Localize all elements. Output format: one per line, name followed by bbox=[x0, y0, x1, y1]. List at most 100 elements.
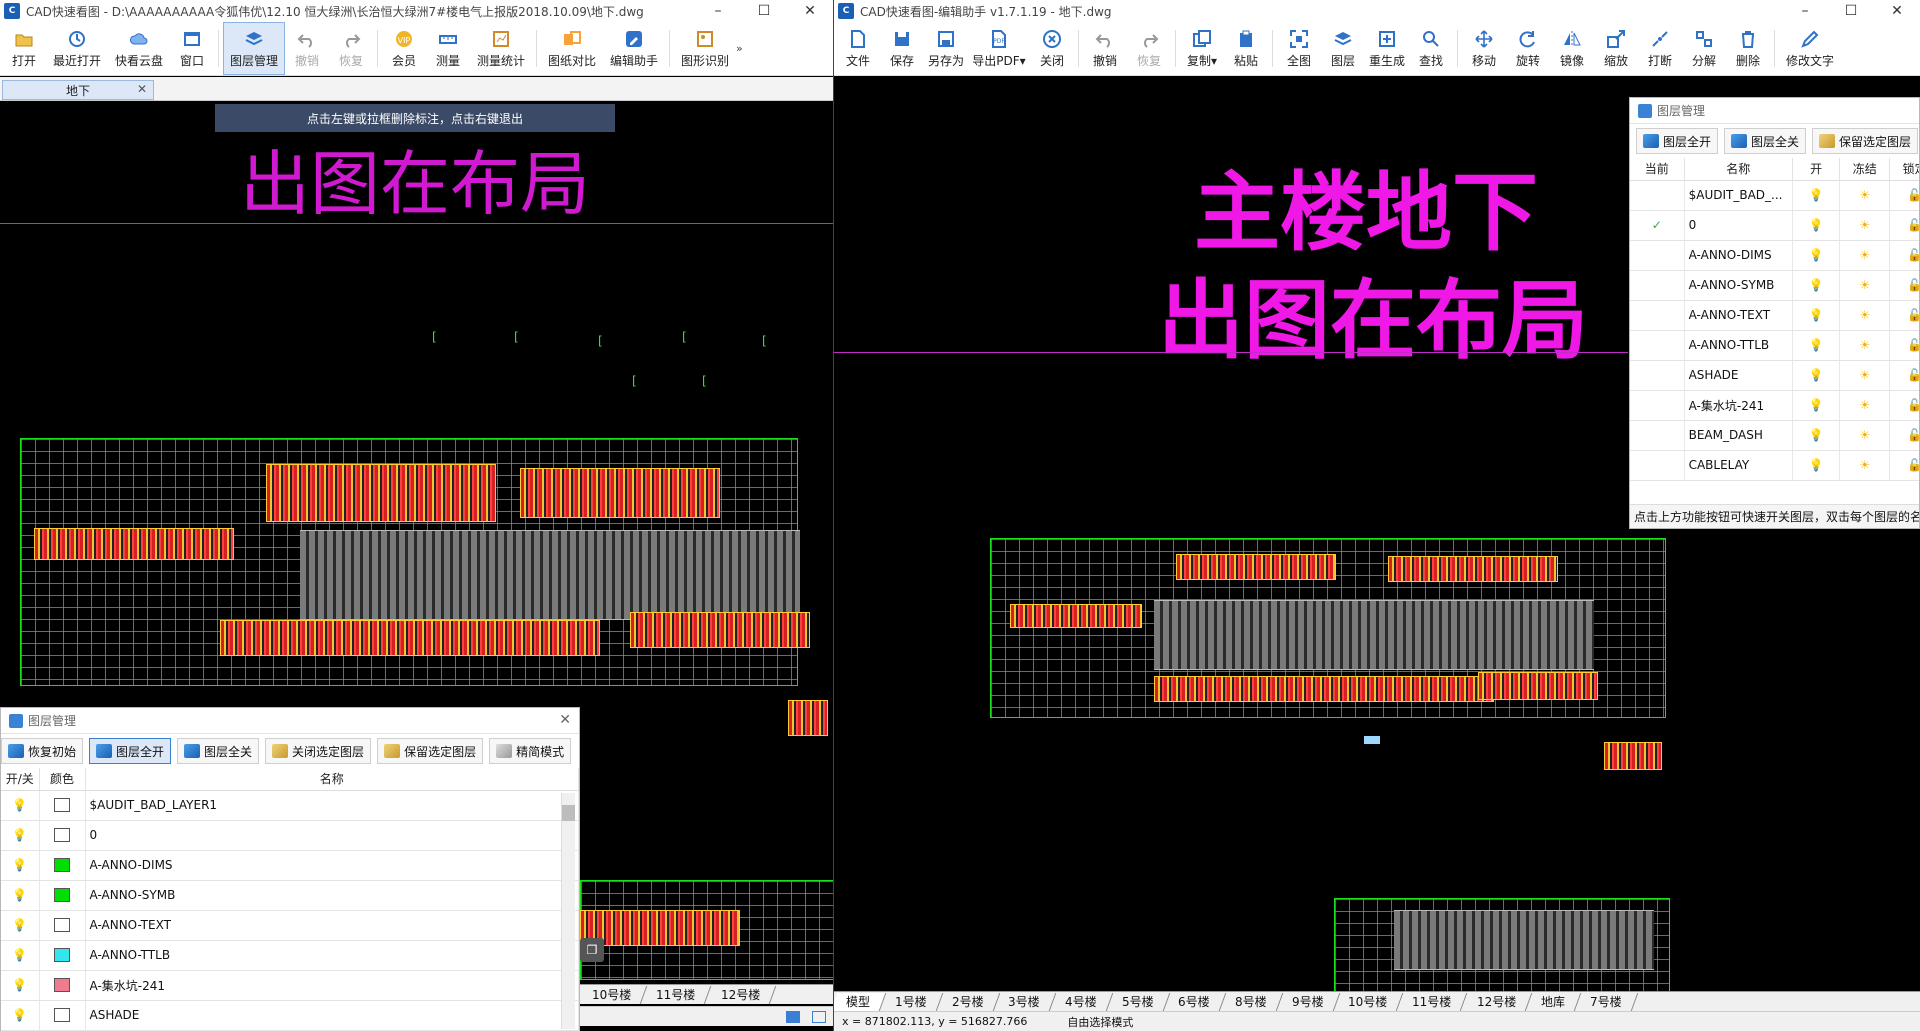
layer-freeze-sun-icon[interactable]: ☀ bbox=[1839, 360, 1891, 391]
minimize-button[interactable]: – bbox=[695, 3, 741, 19]
sheet-tab[interactable]: 4号楼 bbox=[1049, 992, 1113, 1011]
toolbar-button-rotate[interactable]: 旋转 bbox=[1506, 22, 1550, 75]
toolbar-button-explode[interactable]: 分解 bbox=[1682, 22, 1726, 75]
close-tab-icon[interactable]: ✕ bbox=[137, 82, 147, 96]
sheet-tab[interactable]: 9号楼 bbox=[1276, 992, 1340, 1011]
current-cell[interactable] bbox=[1630, 270, 1685, 301]
copy-float-icon[interactable]: ❐ bbox=[580, 938, 604, 962]
layer-row[interactable]: A-集水坑-241💡☀🔓 bbox=[1630, 390, 1919, 421]
sheet-tab[interactable]: 10号楼 bbox=[1332, 992, 1404, 1011]
toolbar-button-fit-all[interactable]: 全图 bbox=[1277, 22, 1321, 75]
toolbar-button-save-as[interactable]: 另存为 bbox=[924, 22, 968, 75]
sheet-tab[interactable]: 10号楼 bbox=[576, 985, 648, 1004]
layer-on-bulb-icon[interactable]: 💡 bbox=[1, 1000, 40, 1031]
toolbar-button-folder-open[interactable]: 打开 bbox=[2, 22, 46, 75]
sheet-tab[interactable]: 7号楼 bbox=[1574, 992, 1638, 1011]
toolbar-button-layers[interactable]: 图层 bbox=[1321, 22, 1365, 75]
layer-on-bulb-icon[interactable]: 💡 bbox=[1792, 420, 1841, 451]
layer-row[interactable]: 💡 A-集水坑-241 bbox=[1, 970, 579, 1001]
layer-row[interactable]: 💡 0 bbox=[1, 820, 579, 851]
layer-row[interactable]: A-ANNO-TTLB💡☀🔓 bbox=[1630, 330, 1919, 361]
layer-on-bulb-icon[interactable]: 💡 bbox=[1, 940, 40, 971]
sheet-tab[interactable]: 12号楼 bbox=[1461, 992, 1533, 1011]
toolbar-button-shape-recognition[interactable]: 图形识别 bbox=[674, 22, 736, 75]
toolbar-button-undo[interactable]: 撤销 bbox=[1083, 22, 1127, 75]
scrollbar-thumb[interactable] bbox=[562, 805, 575, 821]
toolbar-button-ruler[interactable]: 测量 bbox=[426, 22, 470, 75]
layer-row[interactable]: A-ANNO-SYMB💡☀🔓 bbox=[1630, 270, 1919, 301]
layer-color-swatch[interactable] bbox=[54, 828, 70, 843]
toolbar-button-delete[interactable]: 删除 bbox=[1726, 22, 1770, 75]
toolbar-button-scale[interactable]: 缩放 bbox=[1594, 22, 1638, 75]
layer-row[interactable]: 💡 A-ANNO-SYMB bbox=[1, 880, 579, 911]
layer-row[interactable]: ASHADE💡☀🔓 bbox=[1630, 360, 1919, 391]
toolbar-button-move[interactable]: 移动 bbox=[1462, 22, 1506, 75]
layer-color-swatch[interactable] bbox=[54, 948, 70, 963]
maximize-button[interactable]: ☐ bbox=[1828, 3, 1874, 19]
layer-on-bulb-icon[interactable]: 💡 bbox=[1, 910, 40, 941]
current-cell[interactable] bbox=[1630, 180, 1685, 211]
layer-on-bulb-icon[interactable]: 💡 bbox=[1, 880, 40, 911]
layer-action-button[interactable]: 关闭选定图层 bbox=[265, 738, 372, 764]
current-cell[interactable] bbox=[1630, 450, 1685, 481]
layer-color-cell[interactable] bbox=[39, 820, 86, 851]
current-cell[interactable] bbox=[1630, 330, 1685, 361]
layer-unlock-icon[interactable]: 🔓 bbox=[1889, 240, 1919, 271]
layer-action-button[interactable]: 图层全开 bbox=[89, 738, 172, 764]
toolbar-button-regen[interactable]: 重生成 bbox=[1365, 22, 1409, 75]
toolbar-button-edit-assistant[interactable]: 编辑助手 bbox=[603, 22, 665, 75]
current-cell[interactable] bbox=[1630, 300, 1685, 331]
layer-table-scrollbar[interactable] bbox=[561, 793, 575, 1029]
layer-action-button[interactable]: 图层全开 bbox=[1636, 128, 1719, 154]
layer-on-bulb-icon[interactable]: 💡 bbox=[1, 970, 40, 1001]
sheet-tab[interactable]: 2号楼 bbox=[936, 992, 1000, 1011]
toolbar-button-cloud[interactable]: 快看云盘 bbox=[108, 22, 170, 75]
selection-mode[interactable]: 自由选择模式 bbox=[1067, 1014, 1133, 1030]
close-panel-icon[interactable]: ✕ bbox=[559, 712, 571, 728]
toolbar-button-layers[interactable]: 图层管理 bbox=[223, 22, 285, 75]
current-cell[interactable] bbox=[1630, 360, 1685, 391]
sheet-tab[interactable]: 11号楼 bbox=[641, 985, 712, 1004]
close-window-button[interactable]: ✕ bbox=[1874, 3, 1920, 19]
layer-action-button[interactable]: 保留选定图层 bbox=[377, 738, 484, 764]
layer-unlock-icon[interactable]: 🔓 bbox=[1889, 390, 1919, 421]
layer-unlock-icon[interactable]: 🔓 bbox=[1889, 270, 1919, 301]
layer-freeze-sun-icon[interactable]: ☀ bbox=[1839, 300, 1891, 331]
layer-unlock-icon[interactable]: 🔓 bbox=[1889, 330, 1919, 361]
toolbar-button-measure-stats[interactable]: 测量统计 bbox=[470, 22, 532, 75]
layer-on-bulb-icon[interactable]: 💡 bbox=[1792, 240, 1841, 271]
layer-on-bulb-icon[interactable]: 💡 bbox=[1792, 210, 1841, 241]
layer-on-bulb-icon[interactable]: 💡 bbox=[1, 850, 40, 881]
layer-color-swatch[interactable] bbox=[54, 1008, 70, 1023]
layer-on-bulb-icon[interactable]: 💡 bbox=[1792, 390, 1841, 421]
toolbar-button-vip[interactable]: VIP 会员 bbox=[382, 22, 426, 75]
toolbar-button-mirror[interactable]: 镜像 bbox=[1550, 22, 1594, 75]
sheet-tab[interactable]: 6号楼 bbox=[1162, 992, 1227, 1011]
layer-action-button[interactable]: 保留选定图层 bbox=[1812, 128, 1919, 154]
layer-row[interactable]: A-ANNO-TEXT💡☀🔓 bbox=[1630, 300, 1919, 331]
minimize-button[interactable]: – bbox=[1782, 3, 1828, 19]
toolbar-button-save[interactable]: 保存 bbox=[880, 22, 924, 75]
toolbar-button-file[interactable]: 文件 bbox=[836, 22, 880, 75]
layer-row[interactable]: ✓0💡☀🔓 bbox=[1630, 210, 1919, 241]
toolbar-button-redo[interactable]: 恢复 bbox=[329, 22, 373, 75]
toolbar-button-paste[interactable]: 粘贴 bbox=[1224, 22, 1268, 75]
toolbar-button-compare[interactable]: 图纸对比 bbox=[541, 22, 603, 75]
pdf-icon[interactable] bbox=[786, 1010, 800, 1023]
layer-action-button[interactable]: 图层全关 bbox=[177, 738, 260, 764]
layout-icon[interactable] bbox=[812, 1010, 826, 1023]
layer-on-bulb-icon[interactable]: 💡 bbox=[1792, 360, 1841, 391]
layer-color-cell[interactable] bbox=[39, 880, 86, 911]
layer-freeze-sun-icon[interactable]: ☀ bbox=[1839, 450, 1891, 481]
sheet-tab[interactable]: 11号楼 bbox=[1397, 992, 1468, 1011]
layer-freeze-sun-icon[interactable]: ☀ bbox=[1839, 240, 1891, 271]
layer-color-cell[interactable] bbox=[39, 940, 86, 971]
layer-freeze-sun-icon[interactable]: ☀ bbox=[1839, 180, 1891, 211]
toolbar-button-redo[interactable]: 恢复 bbox=[1127, 22, 1171, 75]
layer-freeze-sun-icon[interactable]: ☀ bbox=[1839, 270, 1891, 301]
toolbar-button-copy[interactable]: 复制▾ bbox=[1180, 22, 1224, 75]
layer-freeze-sun-icon[interactable]: ☀ bbox=[1839, 330, 1891, 361]
layer-color-cell[interactable] bbox=[39, 910, 86, 941]
layer-unlock-icon[interactable]: 🔓 bbox=[1889, 360, 1919, 391]
layer-on-bulb-icon[interactable]: 💡 bbox=[1792, 300, 1841, 331]
